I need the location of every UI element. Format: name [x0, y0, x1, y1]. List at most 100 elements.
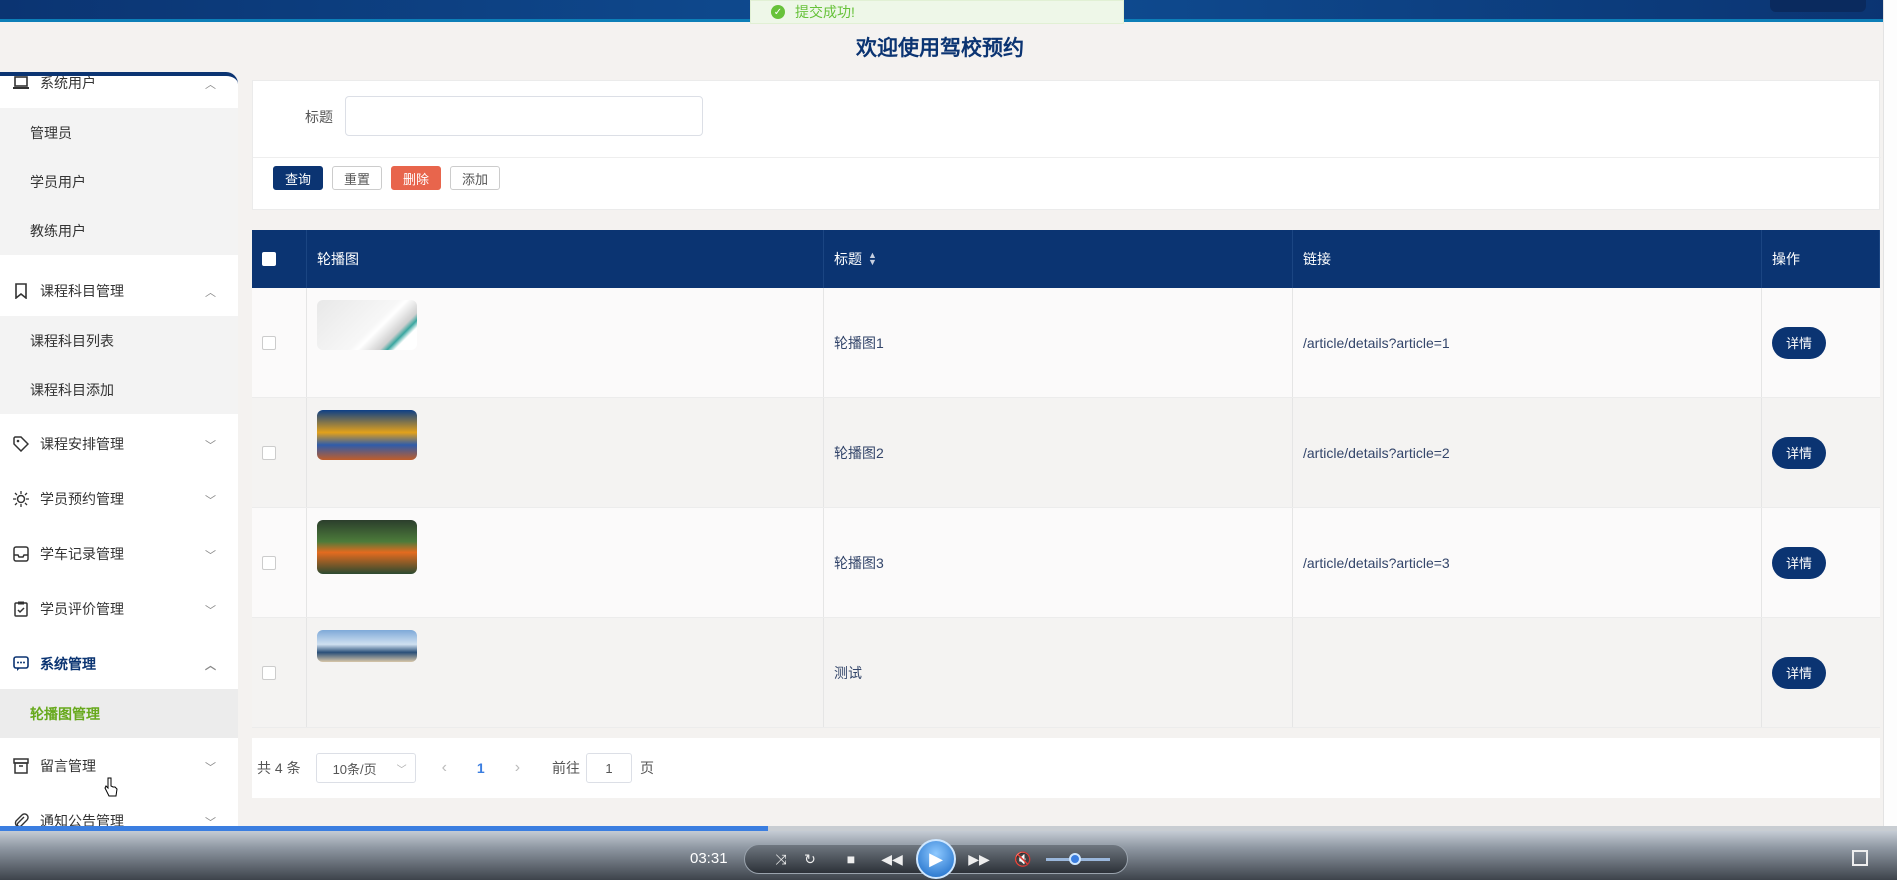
- sidebar-group-label: 课程安排管理: [40, 436, 124, 452]
- row-checkbox[interactable]: [262, 445, 276, 460]
- row-actions-cell: 详情: [1762, 508, 1880, 617]
- chevron-up-icon: ︿: [205, 660, 216, 672]
- sidebar-item-coach-users[interactable]: 教练用户: [0, 206, 238, 255]
- sidebar-group-course-schedule[interactable]: 课程安排管理 ﹀: [0, 419, 238, 469]
- row-image-cell: [307, 288, 824, 397]
- sidebar-group-driving-records[interactable]: 学车记录管理 ﹀: [0, 529, 238, 579]
- sidebar-group-student-reviews[interactable]: 学员评价管理 ﹀: [0, 584, 238, 634]
- next-page-button[interactable]: ›: [515, 759, 520, 777]
- row-title: 轮播图3: [824, 508, 1293, 617]
- table-row: 轮播图3 /article/details?article=3 详情: [252, 508, 1880, 618]
- sidebar-group-course-subjects[interactable]: 课程科目管理 ︿: [0, 266, 238, 316]
- inbox-icon: [12, 545, 30, 563]
- current-page[interactable]: 1: [477, 760, 485, 776]
- header-action-button[interactable]: [1770, 0, 1866, 12]
- query-button[interactable]: 查询: [273, 166, 323, 190]
- prev-page-button[interactable]: ‹: [442, 759, 447, 777]
- row-select-cell: [252, 618, 307, 727]
- chevron-down-icon: ﹀: [205, 605, 216, 617]
- submenu-course-subjects: 课程科目列表 课程科目添加: [0, 316, 238, 414]
- carousel-thumbnail: [317, 410, 417, 460]
- pagination: 共 4 条 10条/页 ﹀ ‹ 1 › 前往 1 页: [252, 738, 1880, 798]
- media-player-bar: 03:31 ⤨ ↻ ■ ◀◀ ▶ ▶▶ 🔇: [0, 826, 1897, 880]
- mute-icon[interactable]: 🔇: [1008, 844, 1038, 874]
- row-actions-cell: 详情: [1762, 618, 1880, 727]
- seek-bar-fill: [0, 826, 769, 831]
- shuffle-icon[interactable]: ⤨: [766, 844, 796, 874]
- volume-knob[interactable]: [1068, 853, 1081, 865]
- sidebar-item-course-list[interactable]: 课程科目列表: [0, 316, 238, 365]
- submenu-system-management: 轮播图管理: [0, 689, 238, 738]
- row-select-cell: [252, 288, 307, 397]
- table-body: 轮播图1 /article/details?article=1 详情 轮播图2 …: [252, 288, 1880, 728]
- detail-button[interactable]: 详情: [1772, 546, 1826, 579]
- delete-button[interactable]: 删除: [391, 166, 441, 190]
- sidebar-group-student-booking[interactable]: 学员预约管理 ﹀: [0, 474, 238, 524]
- toast-message: 提交成功!: [795, 4, 855, 20]
- repeat-icon[interactable]: ↻: [795, 844, 825, 874]
- sort-icon[interactable]: ▲ ▼: [868, 251, 877, 267]
- sidebar-item-carousel-management[interactable]: 轮播图管理: [0, 689, 238, 738]
- row-checkbox[interactable]: [262, 335, 276, 350]
- playback-time: 03:31: [690, 850, 728, 867]
- mouse-pointer-icon: [104, 777, 118, 797]
- goto-label: 前往: [552, 760, 581, 776]
- add-button[interactable]: 添加: [450, 166, 500, 190]
- sidebar-group-label: 学员评价管理: [40, 601, 124, 617]
- sidebar-group-label: 系统管理: [40, 656, 96, 672]
- message-icon: [12, 655, 30, 673]
- sidebar-group-system-users[interactable]: 系统用户 ︿: [0, 76, 238, 108]
- column-header-link: 链接: [1293, 230, 1762, 288]
- table-row: 测试 详情: [252, 618, 1880, 728]
- sidebar-item-course-add[interactable]: 课程科目添加: [0, 365, 238, 414]
- goto-page-input[interactable]: 1: [586, 753, 633, 783]
- title-search-input[interactable]: [345, 96, 703, 136]
- chevron-up-icon: ︿: [205, 287, 216, 299]
- laptop-icon: [12, 76, 30, 92]
- total-count: 共 4 条: [257, 760, 301, 776]
- row-link: /article/details?article=1: [1293, 288, 1762, 397]
- row-checkbox[interactable]: [262, 555, 276, 570]
- detail-button[interactable]: 详情: [1772, 326, 1826, 359]
- divider: [253, 157, 1881, 158]
- rewind-icon[interactable]: ◀◀: [877, 844, 907, 874]
- sun-icon: [12, 490, 30, 508]
- row-select-cell: [252, 508, 307, 617]
- column-header-title[interactable]: 标题 ▲ ▼: [824, 230, 1293, 288]
- select-all-cell: [252, 230, 307, 288]
- sidebar-group-label: 留言管理: [40, 758, 96, 774]
- sidebar-group-system-management[interactable]: 系统管理 ︿: [0, 639, 238, 689]
- tag-icon: [12, 435, 30, 453]
- sidebar-item-admin[interactable]: 管理员: [0, 108, 238, 157]
- stop-icon[interactable]: ■: [836, 844, 866, 874]
- detail-button[interactable]: 详情: [1772, 436, 1826, 469]
- window-right-edge: [1883, 0, 1897, 826]
- search-panel: 标题 查询 重置 删除 添加: [252, 80, 1881, 210]
- fullscreen-icon[interactable]: [1852, 850, 1868, 866]
- column-header-actions: 操作: [1762, 230, 1880, 288]
- select-all-checkbox[interactable]: [262, 252, 276, 266]
- sidebar-item-student-users[interactable]: 学员用户: [0, 157, 238, 206]
- fast-forward-icon[interactable]: ▶▶: [964, 844, 994, 874]
- detail-button[interactable]: 详情: [1772, 656, 1826, 689]
- carousel-thumbnail: [317, 520, 417, 574]
- table-row: 轮播图1 /article/details?article=1 详情: [252, 288, 1880, 398]
- page-size-value: 10条/页: [332, 761, 377, 777]
- chevron-down-icon: ﹀: [205, 440, 216, 452]
- seek-bar[interactable]: [0, 826, 1897, 831]
- chevron-down-icon: ﹀: [396, 765, 407, 776]
- page-title: 欢迎使用驾校预约: [856, 37, 1024, 60]
- play-icon[interactable]: ▶: [916, 839, 956, 879]
- row-image-cell: [307, 618, 824, 727]
- sidebar-group-messages[interactable]: 留言管理 ﹀: [0, 741, 238, 791]
- page-size-select[interactable]: 10条/页 ﹀: [315, 753, 416, 783]
- row-checkbox[interactable]: [262, 665, 276, 680]
- success-toast: ✓ 提交成功!: [750, 0, 1124, 24]
- chevron-down-icon: ﹀: [205, 550, 216, 562]
- table-row: 轮播图2 /article/details?article=2 详情: [252, 398, 1880, 508]
- row-title: 轮播图2: [824, 398, 1293, 507]
- column-header-title-label: 标题: [834, 251, 862, 267]
- reset-button[interactable]: 重置: [332, 166, 382, 190]
- row-image-cell: [307, 508, 824, 617]
- goto-suffix: 页: [640, 760, 655, 776]
